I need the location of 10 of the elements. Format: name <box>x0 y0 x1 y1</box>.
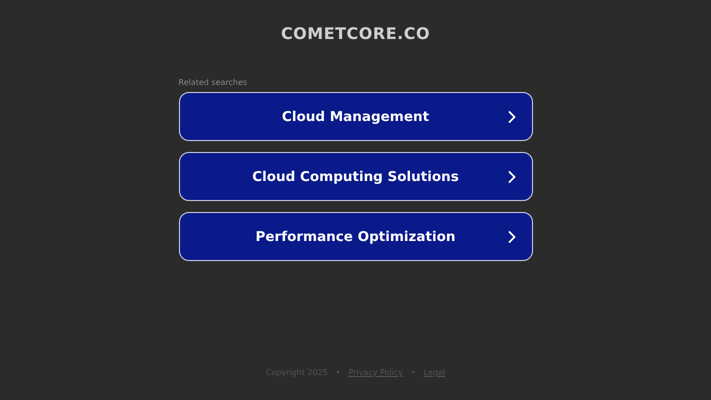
chevron-right-icon <box>508 231 516 243</box>
site-title: COMETCORE.CO <box>280 24 430 44</box>
related-search-link[interactable]: Cloud Computing Solutions <box>178 152 532 201</box>
related-search-link[interactable]: Performance Optimization <box>178 212 532 261</box>
chevron-right-icon <box>508 111 516 123</box>
separator-dot: • <box>411 368 416 377</box>
separator-dot: • <box>336 368 340 377</box>
related-search-link[interactable]: Cloud Management <box>178 92 532 141</box>
chevron-right-icon <box>508 171 516 183</box>
related-searches-label: Related searches <box>178 78 248 87</box>
